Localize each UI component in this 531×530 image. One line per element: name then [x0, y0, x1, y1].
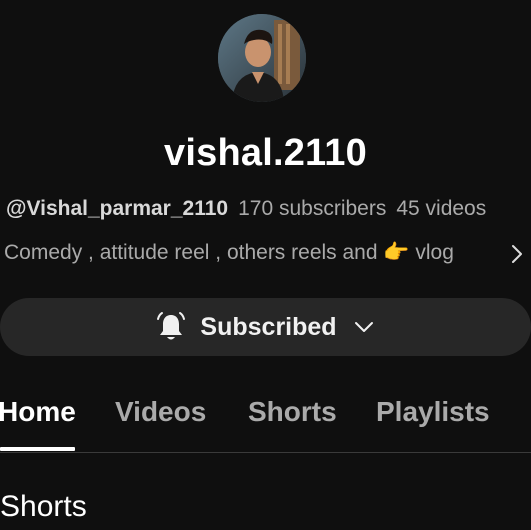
tab-playlists[interactable]: Playlists [376, 396, 490, 428]
channel-handle[interactable]: @Vishal_parmar_2110 [6, 197, 228, 220]
video-count: 45 videos [396, 197, 487, 220]
channel-description[interactable]: Comedy , attitude reel , others reels an… [4, 241, 531, 265]
tab-home[interactable]: Home [0, 396, 76, 428]
chevron-down-icon [354, 322, 373, 332]
avatar[interactable] [218, 14, 306, 102]
tab-shorts[interactable]: Shorts [248, 396, 337, 428]
section-title-shorts: Shorts [0, 490, 87, 523]
channel-name: vishal.2110 [164, 132, 367, 174]
subscribed-button[interactable]: Subscribed [0, 298, 531, 356]
avatar-photo [218, 14, 306, 102]
active-tab-indicator [0, 447, 75, 451]
chevron-right-icon [512, 245, 522, 263]
channel-tabs: Home Videos Shorts Playlists [0, 392, 531, 453]
subscriber-count: 170 subscribers [238, 197, 387, 220]
description-text: Comedy , attitude reel , others reels an… [4, 241, 454, 264]
tab-videos[interactable]: Videos [115, 396, 206, 428]
subscribed-label: Subscribed [200, 312, 337, 341]
bell-icon [157, 312, 186, 340]
channel-meta: @Vishal_parmar_2110 170 subscribers 45 vid… [6, 197, 486, 221]
